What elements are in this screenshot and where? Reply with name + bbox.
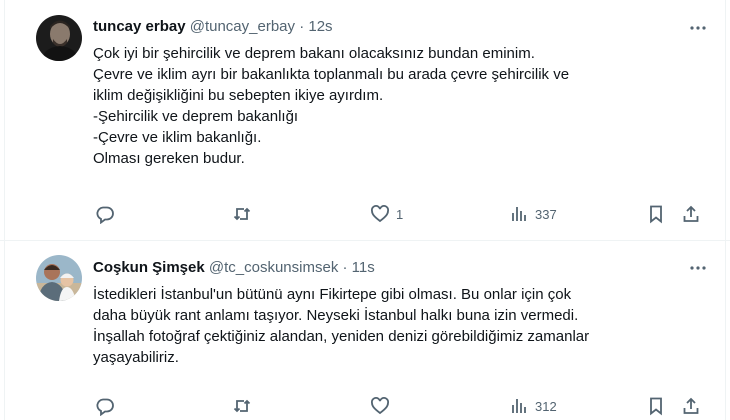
bookmark-button[interactable] <box>646 203 666 225</box>
reply-button[interactable] <box>95 203 121 225</box>
view-count: 337 <box>535 206 557 222</box>
user-handle[interactable]: @tc_coskunsimsek <box>209 259 338 276</box>
share-button[interactable] <box>681 395 701 417</box>
retweet-button[interactable] <box>232 203 258 225</box>
tweet-text-line: daha büyük rant anlamı taşıyor. Neyseki … <box>93 307 579 324</box>
share-icon <box>683 205 699 222</box>
retweet-icon <box>233 399 251 413</box>
avatar[interactable] <box>36 15 82 61</box>
tweet[interactable]: tuncay erbay @tuncay_erbay · 12s Çok iyi… <box>0 0 730 240</box>
tweet[interactable]: Coşkun Şimşek @tc_coskunsimsek · 11s İst… <box>0 240 730 420</box>
bookmark-icon <box>650 397 662 416</box>
tweet-text-line: iklim değişikliğini bu sebepten ikiye ay… <box>93 87 384 104</box>
avatar[interactable] <box>36 255 82 301</box>
header-separator: · <box>299 18 305 35</box>
tweet-text-line: Olması gereken budur. <box>93 150 245 167</box>
views-icon <box>512 399 526 413</box>
display-name[interactable]: tuncay erbay <box>93 18 186 35</box>
display-name[interactable]: Coşkun Şimşek <box>93 259 205 276</box>
retweet-icon <box>233 207 251 221</box>
bookmark-button[interactable] <box>646 395 666 417</box>
view-count: 312 <box>535 398 557 414</box>
user-handle[interactable]: @tuncay_erbay <box>190 18 295 35</box>
reply-icon <box>96 206 114 224</box>
tweet-text-line: İstedikleri İstanbul'un bütünü aynı Fiki… <box>93 286 572 303</box>
tweet-text: İstedikleri İstanbul'un bütünü aynı Fiki… <box>93 284 589 368</box>
tweet-header: Coşkun Şimşek @tc_coskunsimsek · 11s <box>93 258 375 278</box>
reply-icon <box>96 398 114 416</box>
tweet-text: Çok iyi bir şehircilik ve deprem bakanı … <box>93 43 569 169</box>
tweet-header: tuncay erbay @tuncay_erbay · 12s <box>93 17 333 37</box>
like-button[interactable] <box>370 395 396 417</box>
like-icon <box>371 397 389 415</box>
views-button[interactable]: 337 <box>509 203 557 225</box>
header-separator: · <box>342 259 348 276</box>
action-bar: 1 337 <box>93 203 730 227</box>
bookmark-icon <box>650 205 662 224</box>
share-icon <box>683 397 699 414</box>
avatar-image <box>36 15 82 61</box>
timestamp[interactable]: 11s <box>352 259 375 276</box>
tweet-text-line: yaşayabiliriz. <box>93 349 179 366</box>
retweet-button[interactable] <box>232 395 258 417</box>
like-icon <box>371 205 389 223</box>
tweet-text-line: Çok iyi bir şehircilik ve deprem bakanı … <box>93 45 535 62</box>
more-icon[interactable] <box>688 258 708 278</box>
views-button[interactable]: 312 <box>509 395 557 417</box>
tweet-text-line: İnşallah fotoğraf çektiğiniz alandan, ye… <box>93 328 590 345</box>
reply-button[interactable] <box>95 395 121 417</box>
avatar-image <box>36 255 82 301</box>
share-button[interactable] <box>681 203 701 225</box>
tweet-text-line: -Şehircilik ve deprem bakanlığı <box>93 108 299 125</box>
tweet-text-line: Çevre ve iklim ayrı bir bakanlıkta topla… <box>93 66 570 83</box>
action-bar: 312 <box>93 395 730 419</box>
tweet-text-line: -Çevre ve iklim bakanlığı. <box>93 129 262 146</box>
like-button[interactable]: 1 <box>370 203 403 225</box>
views-icon <box>512 207 526 221</box>
more-icon[interactable] <box>688 18 708 38</box>
like-count: 1 <box>396 206 404 222</box>
timestamp[interactable]: 12s <box>308 18 332 35</box>
